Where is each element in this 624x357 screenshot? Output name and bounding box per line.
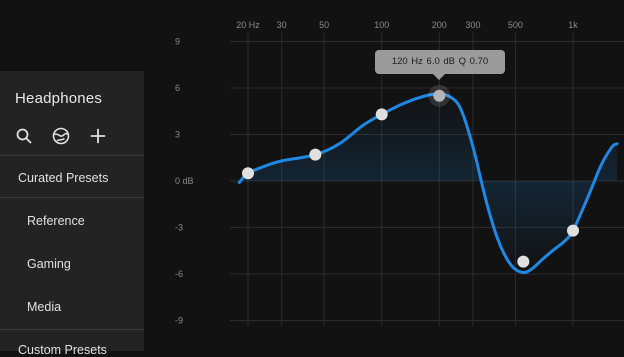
- freq-tick-label: 200: [432, 20, 447, 30]
- freq-tick-label: 20 Hz: [236, 20, 260, 30]
- freq-tick-label: 300: [465, 20, 480, 30]
- globe-icon[interactable]: [51, 126, 71, 146]
- freq-tick-label: 100: [374, 20, 389, 30]
- divider: [0, 329, 144, 330]
- band-handle[interactable]: [309, 148, 322, 161]
- band-handle[interactable]: [242, 167, 254, 180]
- gain-tick-label: 3: [175, 130, 180, 140]
- freq-tick-label: 500: [508, 20, 523, 30]
- preset-gaming[interactable]: Gaming: [27, 257, 71, 271]
- divider: [0, 197, 144, 198]
- gain-tick-label: -9: [175, 316, 183, 326]
- gain-tick-label: -6: [175, 269, 183, 279]
- device-title: Headphones: [15, 90, 103, 107]
- preset-media[interactable]: Media: [27, 300, 61, 314]
- curated-presets-header[interactable]: Curated Presets: [18, 171, 108, 185]
- freq-tick-label: 30: [277, 20, 287, 30]
- custom-presets-header[interactable]: Custom Presets: [18, 343, 107, 357]
- gain-tick-label: 9: [175, 37, 180, 47]
- plus-icon[interactable]: [88, 126, 108, 146]
- freq-tick-label: 1k: [568, 20, 578, 30]
- band-handle[interactable]: [517, 255, 530, 268]
- band-handle[interactable]: [567, 224, 579, 237]
- freq-tick-label: 50: [319, 20, 329, 30]
- divider: [0, 155, 144, 156]
- gain-tick-label: 0 dB: [175, 176, 194, 186]
- preset-reference[interactable]: Reference: [27, 214, 85, 228]
- sidebar: Headphones Curated Presets Reference Gam…: [0, 71, 144, 357]
- search-icon[interactable]: [14, 126, 34, 146]
- band-tooltip: 120 Hz 6.0 dB Q 0.70: [375, 50, 505, 80]
- gain-tick-label: -3: [175, 223, 183, 233]
- gain-tick-label: 6: [175, 83, 180, 93]
- band-handle[interactable]: [433, 89, 446, 102]
- band-handle[interactable]: [375, 108, 388, 121]
